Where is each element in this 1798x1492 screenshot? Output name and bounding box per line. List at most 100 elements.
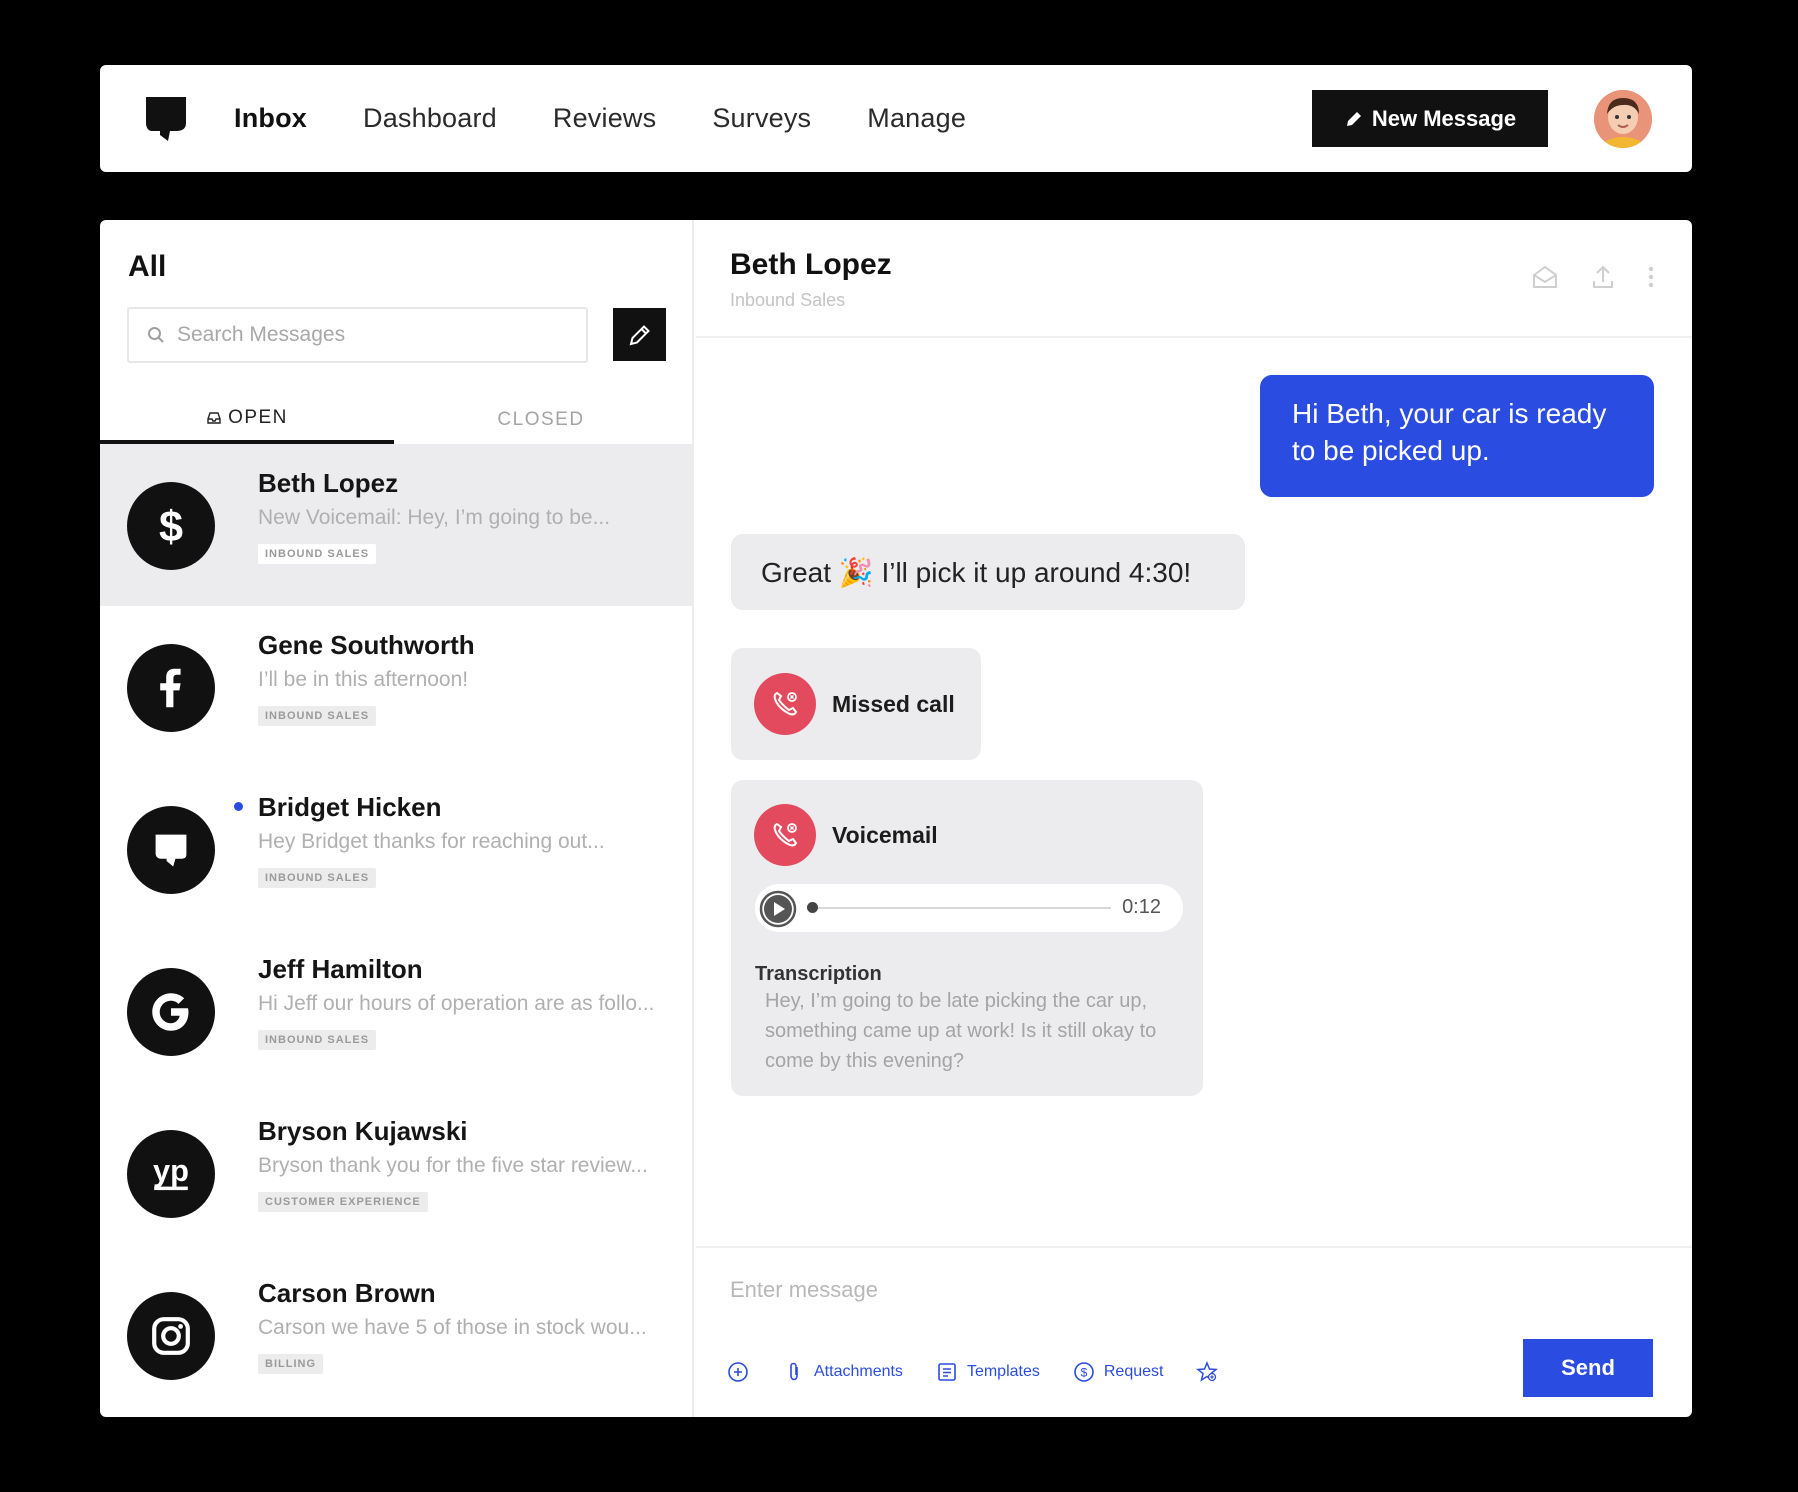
conversation-preview: New Voicemail: Hey, I’m going to be... xyxy=(258,506,611,529)
conversation-preview: Hey Bridget thanks for reaching out... xyxy=(258,830,605,853)
tab-closed[interactable]: CLOSED xyxy=(394,396,688,444)
conversation-name: Bryson Kujawski xyxy=(258,1116,468,1146)
conversation-name: Beth Lopez xyxy=(258,468,399,498)
conversation-preview: Carson we have 5 of those in stock wou..… xyxy=(258,1316,647,1339)
conversation-preview: I’ll be in this afternoon! xyxy=(258,668,469,691)
pencil-icon xyxy=(1346,111,1361,126)
nav-reviews[interactable]: Reviews xyxy=(553,103,656,134)
google-icon xyxy=(127,968,215,1056)
conversation-preview: Bryson thank you for the five star revie… xyxy=(258,1154,648,1177)
more-options-icon[interactable] xyxy=(1646,262,1656,292)
conversation-name: Jeff Hamilton xyxy=(258,954,423,984)
conversation-item[interactable]: Jeff Hamilton Hi Jeff our hours of opera… xyxy=(100,930,694,1092)
conversation-item[interactable]: $ Beth Lopez New Voicemail: Hey, I’m goi… xyxy=(100,444,694,606)
filter-title[interactable]: All xyxy=(128,250,166,284)
play-icon[interactable] xyxy=(759,890,797,928)
nav-inbox[interactable]: Inbox xyxy=(234,103,307,134)
conversation-tag: INBOUND SALES xyxy=(258,868,377,888)
nav-manage[interactable]: Manage xyxy=(867,103,966,134)
avatar-illustration-icon xyxy=(1594,90,1652,148)
send-button[interactable]: Send xyxy=(1523,1339,1653,1397)
pencil-icon xyxy=(629,324,650,345)
missed-call-card: Missed call xyxy=(731,648,981,760)
status-tabs: OPEN CLOSED xyxy=(100,396,694,444)
conversation-tag: BILLING xyxy=(258,1354,323,1374)
voicemail-icon xyxy=(754,804,816,866)
inbox-panel: All OPEN CLOSED $ Beth Lopez Ne xyxy=(100,220,1692,1417)
conversation-item[interactable]: Bridget Hicken Hey Bridget thanks for re… xyxy=(100,768,694,930)
conversation-tag: INBOUND SALES xyxy=(258,544,377,564)
incoming-message-bubble: Great 🎉 I’ll pick it up around 4:30! xyxy=(731,534,1245,610)
new-message-button[interactable]: New Message xyxy=(1312,90,1548,147)
user-avatar[interactable] xyxy=(1594,90,1652,148)
plus-circle-icon xyxy=(728,1362,748,1382)
contact-location: Inbound Sales xyxy=(730,290,846,310)
attachments-button[interactable]: Attachments xyxy=(782,1360,903,1384)
add-button[interactable] xyxy=(726,1360,750,1384)
template-doc-icon xyxy=(938,1363,956,1381)
top-navigation-bar: Inbox Dashboard Reviews Surveys Manage N… xyxy=(100,65,1692,172)
search-icon xyxy=(148,327,164,343)
voicemail-card: Voicemail 0:12 Transcription Hey, I’m go… xyxy=(731,780,1203,1096)
voicemail-progress-track[interactable] xyxy=(811,907,1111,909)
svg-text:$: $ xyxy=(159,504,183,550)
search-input[interactable] xyxy=(177,323,577,347)
missed-call-label: Missed call xyxy=(832,691,955,717)
message-composer: Attachments Templates $ Request Send xyxy=(696,1246,1692,1417)
conversation-header: Beth Lopez Inbound Sales xyxy=(696,220,1692,338)
compose-button[interactable] xyxy=(613,308,666,361)
conversation-name: Carson Brown xyxy=(258,1278,436,1308)
conversation-preview: Hi Jeff our hours of operation are as fo… xyxy=(258,992,655,1015)
facebook-icon xyxy=(127,644,215,732)
outgoing-message-bubble: Hi Beth, your car is ready to be picked … xyxy=(1260,375,1654,497)
dollar-icon: $ xyxy=(127,482,215,570)
instagram-icon xyxy=(127,1292,215,1380)
nav-dashboard[interactable]: Dashboard xyxy=(363,103,497,134)
conversation-item[interactable]: yp Bryson Kujawski Bryson thank you for … xyxy=(100,1092,694,1254)
tab-closed-label: CLOSED xyxy=(497,409,585,430)
missed-call-icon xyxy=(754,673,816,735)
voicemail-scrubber[interactable] xyxy=(807,902,818,913)
tab-open-label: OPEN xyxy=(228,407,288,428)
search-box[interactable] xyxy=(127,307,588,363)
star-plus-icon xyxy=(1196,1361,1219,1382)
voicemail-label: Voicemail xyxy=(832,822,938,848)
main-nav: Inbox Dashboard Reviews Surveys Manage xyxy=(234,65,1022,172)
svg-text:yp: yp xyxy=(153,1153,189,1188)
share-upload-icon[interactable] xyxy=(1588,262,1618,292)
voicemail-player: 0:12 xyxy=(755,884,1183,932)
templates-button[interactable]: Templates xyxy=(935,1360,1040,1384)
nav-surveys[interactable]: Surveys xyxy=(712,103,811,134)
transcription-text: Hey, I’m going to be late picking the ca… xyxy=(765,990,1157,1072)
attachments-label: Attachments xyxy=(814,1363,903,1380)
conversation-name: Gene Southworth xyxy=(258,630,475,660)
unread-indicator xyxy=(234,802,243,811)
conversation-tag: INBOUND SALES xyxy=(258,1030,377,1050)
inbox-tray-icon xyxy=(207,412,221,424)
request-label: Request xyxy=(1103,1363,1164,1380)
conversation-item[interactable]: Gene Southworth I’ll be in this afternoo… xyxy=(100,606,694,768)
dollar-circle-icon: $ xyxy=(1074,1362,1094,1382)
conversation-sidebar: All OPEN CLOSED $ Beth Lopez Ne xyxy=(100,220,694,1417)
conversation-tag: INBOUND SALES xyxy=(258,706,377,726)
podium-logo-icon[interactable] xyxy=(142,95,190,143)
header-actions xyxy=(1530,262,1656,292)
conversation-list: $ Beth Lopez New Voicemail: Hey, I’m goi… xyxy=(100,444,694,1416)
mail-open-icon[interactable] xyxy=(1530,262,1560,292)
templates-label: Templates xyxy=(966,1363,1040,1380)
message-input[interactable] xyxy=(730,1270,1630,1310)
transcription-label: Transcription xyxy=(755,963,882,985)
conversation-view: Beth Lopez Inbound Sales Hi Beth, your c… xyxy=(696,220,1692,1417)
request-button[interactable]: $ Request xyxy=(1072,1360,1164,1384)
voicemail-duration: 0:12 xyxy=(1122,896,1161,918)
yellow-pages-icon: yp xyxy=(127,1130,215,1218)
paperclip-icon xyxy=(790,1362,798,1381)
conversation-tag: CUSTOMER EXPERIENCE xyxy=(258,1192,428,1212)
tab-open[interactable]: OPEN xyxy=(100,396,394,444)
new-message-label: New Message xyxy=(1371,105,1517,131)
composer-toolbar: Attachments Templates $ Request xyxy=(726,1354,1251,1390)
svg-text:$: $ xyxy=(1081,1366,1088,1380)
conversation-item[interactable]: Carson Brown Carson we have 5 of those i… xyxy=(100,1254,694,1416)
review-invite-button[interactable] xyxy=(1195,1360,1219,1384)
contact-name: Beth Lopez xyxy=(730,248,892,281)
